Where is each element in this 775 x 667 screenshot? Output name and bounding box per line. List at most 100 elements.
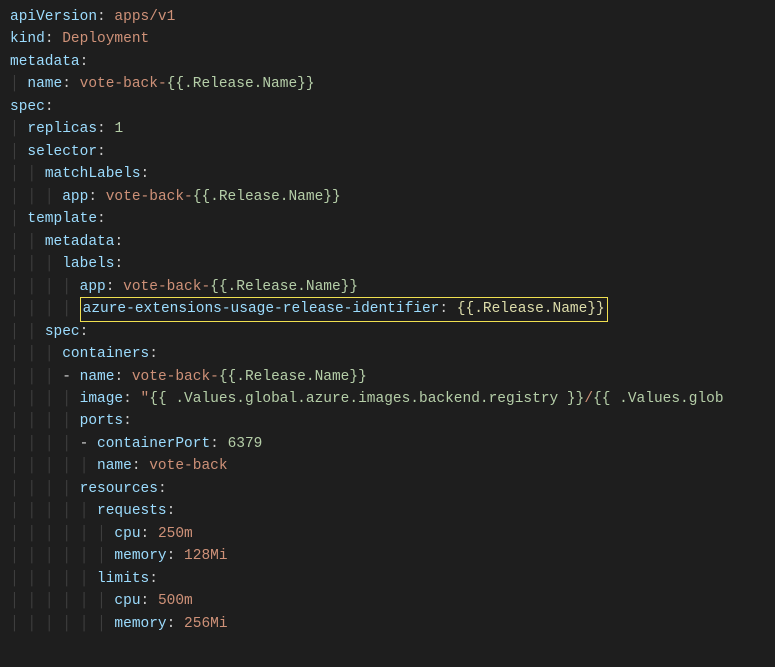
yaml-value: apps/v1 xyxy=(114,9,175,25)
yaml-value: vote-back- xyxy=(106,189,193,205)
yaml-value: vote-back- xyxy=(80,76,167,92)
yaml-key: metadata xyxy=(45,234,115,250)
yaml-key: name xyxy=(97,458,132,474)
yaml-key: app xyxy=(62,189,88,205)
yaml-key: matchLabels xyxy=(45,166,141,182)
code-line: │ │ │ - name: vote-back-{{.Release.Name}… xyxy=(10,366,765,388)
indent-guide: │ │ │ │ │ xyxy=(10,571,97,587)
template-expr: {{ .Values.glob xyxy=(593,391,724,407)
indent-guide: │ │ │ │ │ xyxy=(10,503,97,519)
code-line: │ │ spec: xyxy=(10,321,765,343)
code-line: │ │ │ │ │ │ memory: 128Mi xyxy=(10,545,765,567)
indent-guide: │ │ │ │ xyxy=(10,391,80,407)
code-line: │ │ │ │ - containerPort: 6379 xyxy=(10,433,765,455)
indent-guide: │ xyxy=(10,121,27,137)
yaml-key: app xyxy=(80,279,106,295)
yaml-value: 256Mi xyxy=(184,616,228,632)
indent-guide: │ │ │ xyxy=(10,189,62,205)
yaml-value: 500m xyxy=(158,593,193,609)
indent-guide: │ │ │ │ │ │ xyxy=(10,526,114,542)
indent-guide: │ │ │ │ xyxy=(10,279,80,295)
yaml-key: selector xyxy=(27,144,97,160)
yaml-key: azure-extensions-usage-release-identifie… xyxy=(83,301,440,317)
yaml-key: name xyxy=(27,76,62,92)
code-line: spec: xyxy=(10,96,765,118)
indent-guide: │ │ │ │ │ xyxy=(10,458,97,474)
template-expr: {{.Release.Name}} xyxy=(210,279,358,295)
yaml-key: memory xyxy=(114,548,166,564)
yaml-value: 6379 xyxy=(228,436,263,452)
yaml-value: vote-back- xyxy=(132,369,219,385)
yaml-value: vote-back xyxy=(149,458,227,474)
template-expr: {{ .Values.global.azure.images.backend.r… xyxy=(149,391,584,407)
yaml-key: spec xyxy=(45,324,80,340)
code-line: │ │ │ labels: xyxy=(10,253,765,275)
code-editor[interactable]: apiVersion: apps/v1 kind: Deployment met… xyxy=(10,6,765,635)
template-expr: {{.Release.Name}} xyxy=(167,76,315,92)
indent-guide: │ xyxy=(10,211,27,227)
yaml-key: spec xyxy=(10,99,45,115)
yaml-key: labels xyxy=(62,256,114,272)
code-line: │ │ matchLabels: xyxy=(10,163,765,185)
indent-guide: │ │ │ │ │ │ xyxy=(10,616,114,632)
yaml-value: 128Mi xyxy=(184,548,228,564)
yaml-key: requests xyxy=(97,503,167,519)
indent-guide: │ xyxy=(10,76,27,92)
yaml-key: resources xyxy=(80,481,158,497)
yaml-value: vote-back- xyxy=(123,279,210,295)
code-line: │ │ │ │ │ │ memory: 256Mi xyxy=(10,613,765,635)
yaml-key: cpu xyxy=(114,593,140,609)
yaml-key: containers xyxy=(62,346,149,362)
code-line: │ │ │ │ │ │ cpu: 250m xyxy=(10,523,765,545)
yaml-key: apiVersion xyxy=(10,9,97,25)
indent-guide: │ │ │ │ xyxy=(10,301,80,317)
yaml-key: ports xyxy=(80,413,124,429)
code-line: │ template: xyxy=(10,208,765,230)
yaml-value: 1 xyxy=(114,121,123,137)
code-line: │ │ │ │ resources: xyxy=(10,478,765,500)
yaml-key: cpu xyxy=(114,526,140,542)
template-expr: {{.Release.Name}} xyxy=(193,189,341,205)
template-expr: {{.Release.Name}} xyxy=(457,301,605,317)
code-line: │ │ │ containers: xyxy=(10,343,765,365)
yaml-dash: - xyxy=(62,369,79,385)
yaml-key: limits xyxy=(97,571,149,587)
code-line: │ selector: xyxy=(10,141,765,163)
yaml-value: 250m xyxy=(158,526,193,542)
yaml-key: metadata xyxy=(10,54,80,70)
code-line: │ │ │ │ │ limits: xyxy=(10,568,765,590)
yaml-key: template xyxy=(27,211,97,227)
code-line: │ │ metadata: xyxy=(10,231,765,253)
indent-guide: │ │ │ │ │ │ xyxy=(10,593,114,609)
code-line: metadata: xyxy=(10,51,765,73)
indent-guide: │ │ │ │ │ │ xyxy=(10,548,114,564)
yaml-key: kind xyxy=(10,31,45,47)
code-line: │ │ │ │ │ │ cpu: 500m xyxy=(10,590,765,612)
yaml-value: Deployment xyxy=(62,31,149,47)
template-expr: {{.Release.Name}} xyxy=(219,369,367,385)
code-line: │ │ │ │ │ name: vote-back xyxy=(10,455,765,477)
indent-guide: │ │ │ │ xyxy=(10,436,80,452)
yaml-dash: - xyxy=(80,436,97,452)
code-line: │ name: vote-back-{{.Release.Name}} xyxy=(10,73,765,95)
indent-guide: │ │ xyxy=(10,166,45,182)
code-line: │ │ │ │ ports: xyxy=(10,410,765,432)
indent-guide: │ │ │ xyxy=(10,369,62,385)
yaml-key: replicas xyxy=(27,121,97,137)
yaml-value: " xyxy=(141,391,150,407)
yaml-key: containerPort xyxy=(97,436,210,452)
code-line: │ replicas: 1 xyxy=(10,118,765,140)
code-line: kind: Deployment xyxy=(10,28,765,50)
indent-guide: │ │ xyxy=(10,234,45,250)
code-line: │ │ │ │ image: "{{ .Values.global.azure.… xyxy=(10,388,765,410)
indent-guide: │ │ │ │ xyxy=(10,413,80,429)
code-line: │ │ │ app: vote-back-{{.Release.Name}} xyxy=(10,186,765,208)
yaml-key: name xyxy=(80,369,115,385)
indent-guide: │ │ │ xyxy=(10,346,62,362)
yaml-key: image xyxy=(80,391,124,407)
yaml-key: memory xyxy=(114,616,166,632)
code-line: │ │ │ │ app: vote-back-{{.Release.Name}} xyxy=(10,276,765,298)
indent-guide: │ xyxy=(10,144,27,160)
highlight-box: azure-extensions-usage-release-identifie… xyxy=(80,297,608,321)
code-line: apiVersion: apps/v1 xyxy=(10,6,765,28)
